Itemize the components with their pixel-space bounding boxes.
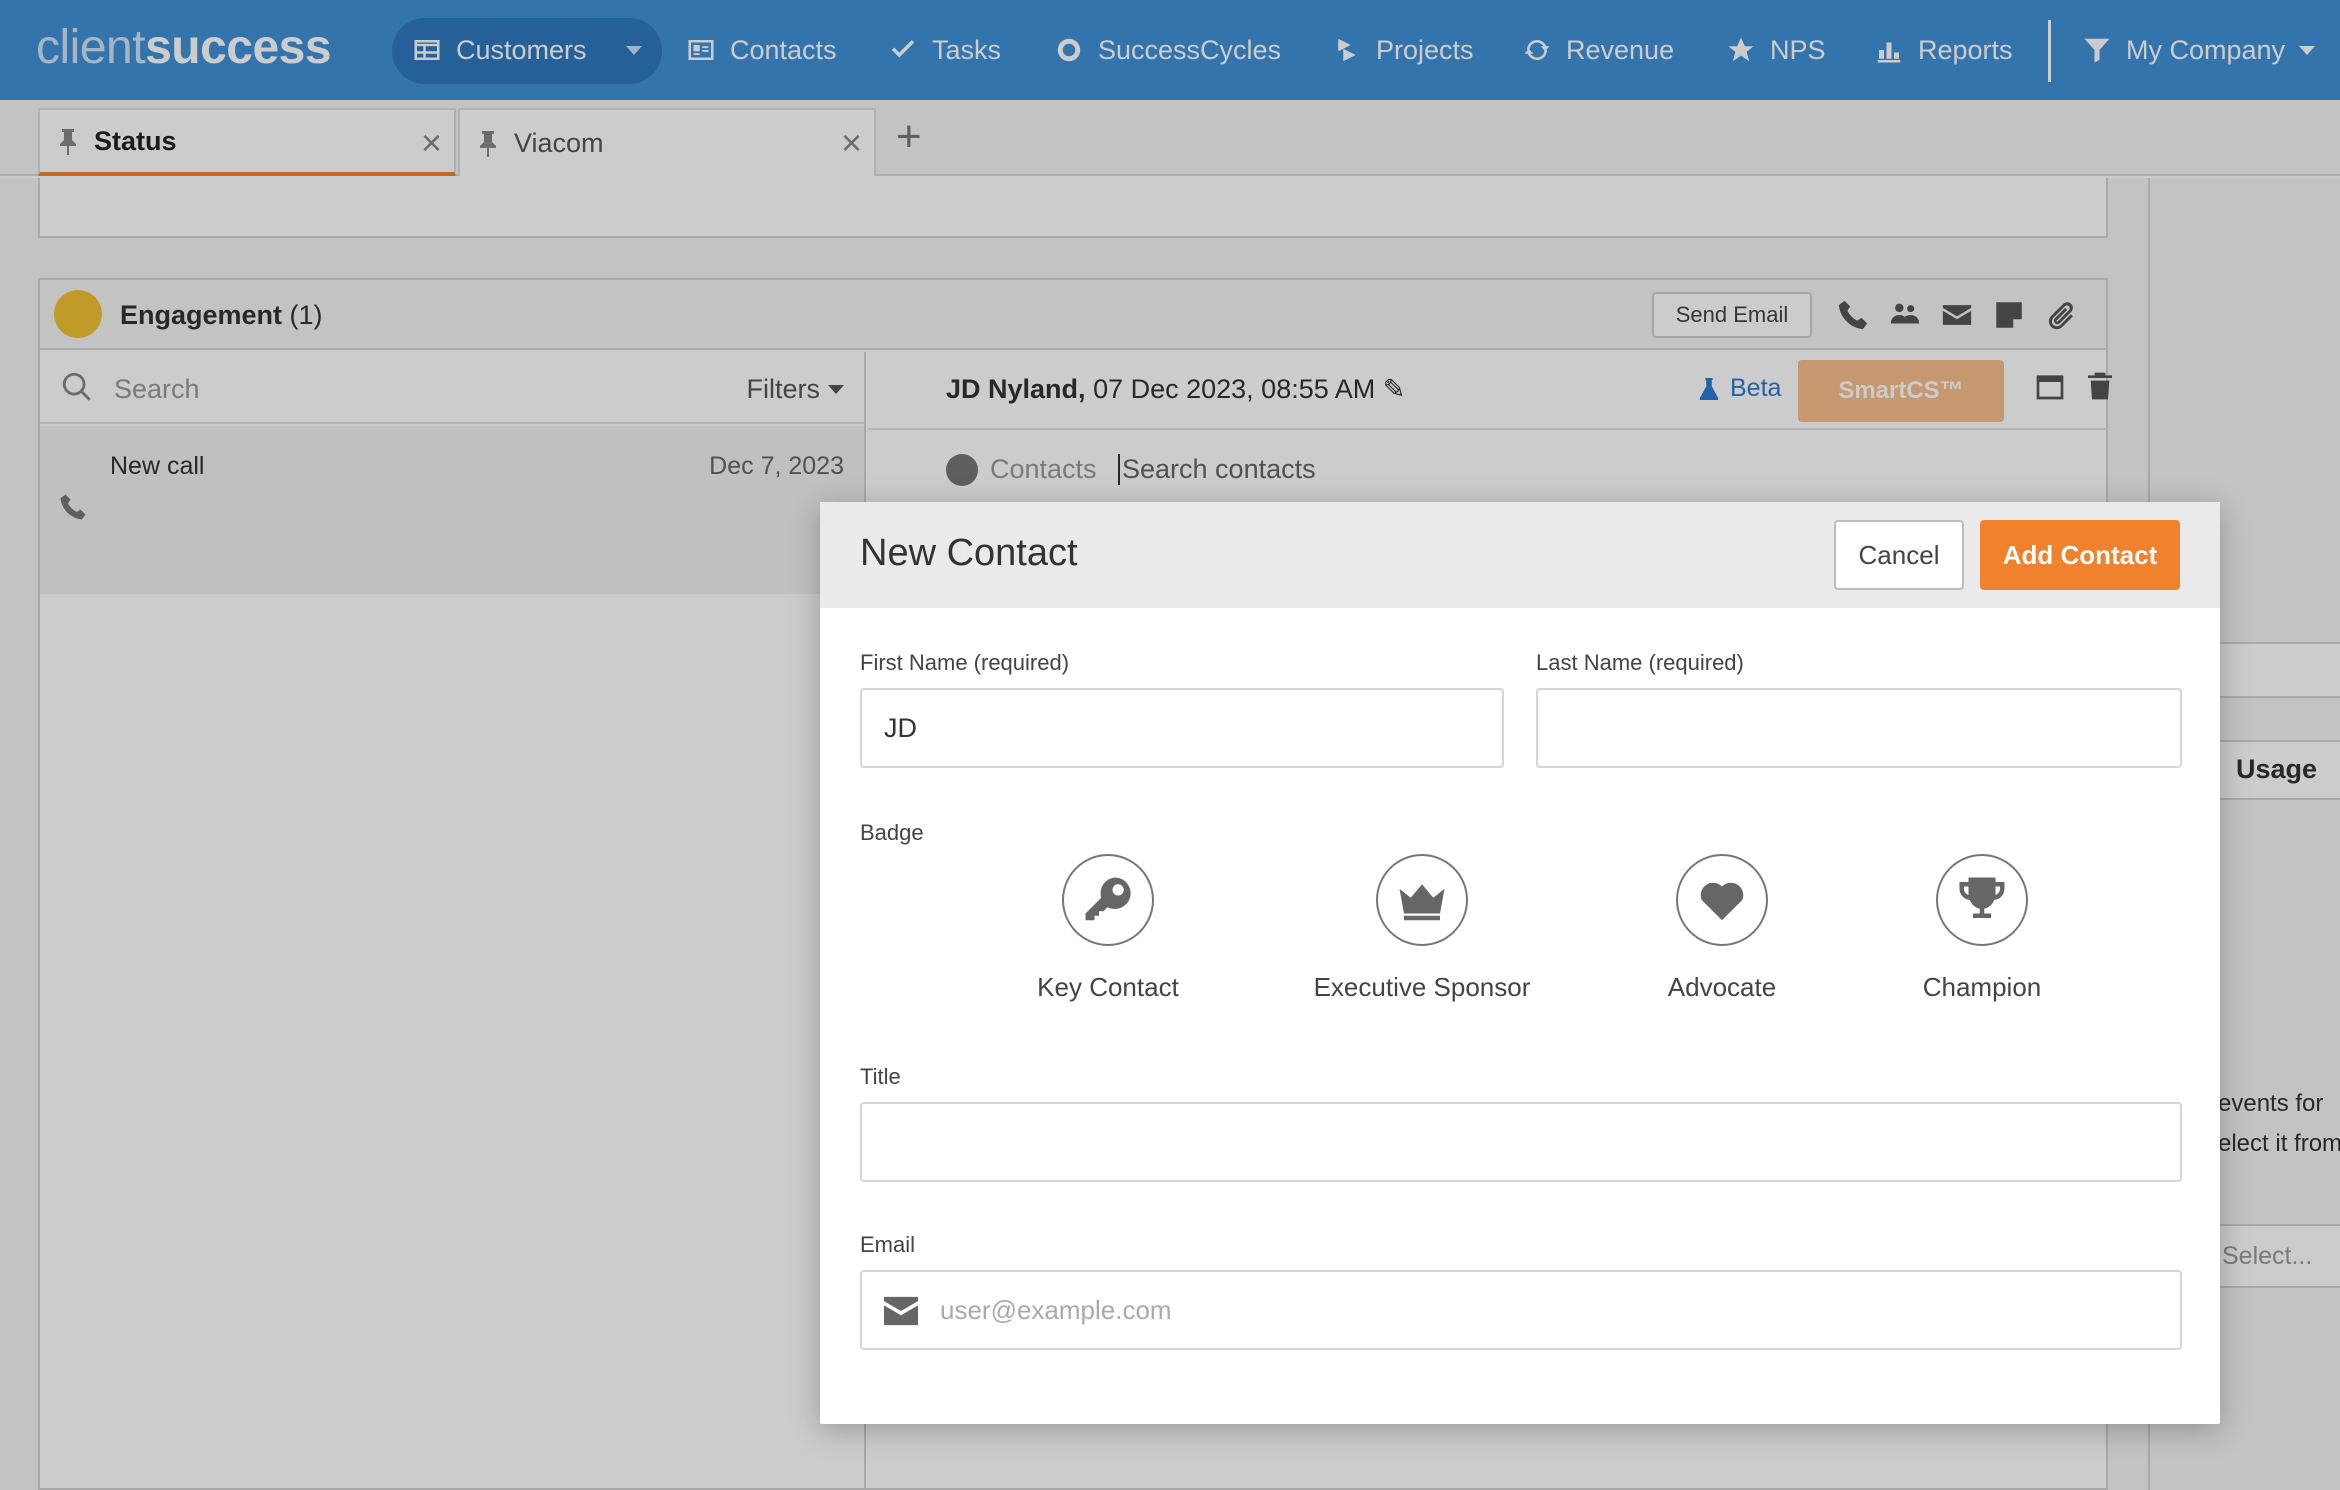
email-field-wrapper [860,1270,2182,1350]
cancel-button[interactable]: Cancel [1834,520,1964,590]
trophy-icon [1959,877,2005,918]
badge-circle[interactable] [1376,854,1468,946]
first-name-field[interactable] [860,688,1504,768]
modal-header: New Contact Cancel Add Contact [820,502,2220,608]
key-icon [1085,877,1131,921]
badge-circle[interactable] [1062,854,1154,946]
new-contact-modal: New Contact Cancel Add Contact First Nam… [820,502,2220,1424]
envelope-icon [884,1296,918,1326]
email-label: Email [860,1232,916,1257]
modal-title: New Contact [860,532,1078,574]
badge-label: Badge [860,820,924,845]
heart-icon [1700,882,1744,921]
badge-circle[interactable] [1676,854,1768,946]
badge-executive-sponsor[interactable]: Executive Sponsor [1312,854,1532,1006]
crown-icon [1399,884,1445,921]
badge-champion[interactable]: Champion [1872,854,2092,1006]
email-field[interactable] [940,1272,2160,1348]
title-label: Title [860,1064,901,1089]
badge-circle[interactable] [1936,854,2028,946]
first-name-label: First Name (required) [860,650,1070,675]
last-name-field[interactable] [1536,688,2182,768]
badge-advocate[interactable]: Advocate [1612,854,1832,1006]
last-name-label: Last Name (required) [1536,650,1744,675]
badge-key-contact[interactable]: Key Contact [998,854,1218,1006]
title-field[interactable] [860,1102,2182,1182]
add-contact-button[interactable]: Add Contact [1980,520,2180,590]
